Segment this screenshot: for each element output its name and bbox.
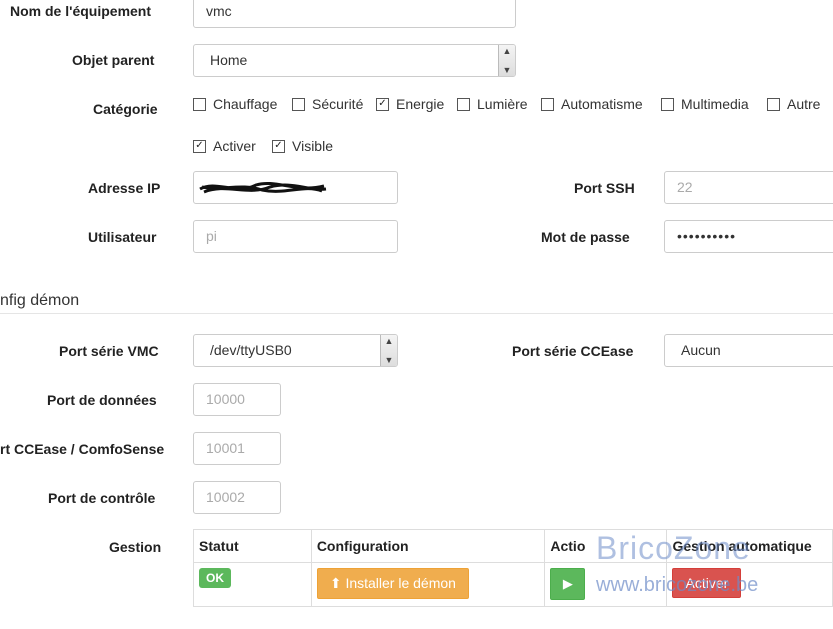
checkbox-icon (767, 97, 780, 111)
activer-checkbox[interactable]: ✓ Activer (193, 138, 256, 154)
auto-management-button[interactable]: Activer (672, 568, 742, 598)
port-donnees-label: Port de données (47, 392, 157, 408)
password-label: Mot de passe (541, 229, 630, 245)
user-label: Utilisateur (88, 229, 157, 245)
port-vmc-select-value: /dev/ttyUSB0 (210, 342, 292, 358)
category-securite[interactable]: Sécurité (292, 96, 363, 112)
port-ssh-label: Port SSH (574, 180, 635, 196)
table-row: OK ⬆ Installer le démon ▶ Activer (193, 562, 833, 607)
port-comfo-input[interactable]: 10001 (193, 432, 281, 465)
play-icon: ▶ (562, 576, 573, 591)
daemon-section-title: nfig démon (0, 292, 80, 309)
nom-label: Nom de l'équipement (10, 3, 152, 19)
start-daemon-button[interactable]: ▶ (550, 568, 586, 600)
parent-label: Objet parent (72, 52, 155, 68)
category-multimedia[interactable]: Multimedia (661, 96, 749, 112)
port-comfo-label: rt CCEase / ComfoSense (0, 441, 165, 457)
gestion-label: Gestion (109, 539, 162, 555)
header-gestion-auto: Gestion automatique (666, 529, 833, 563)
status-badge: OK (199, 568, 231, 588)
table-header-row: Statut Configuration Actio Gestion autom… (193, 529, 833, 563)
categorie-label: Catégorie (93, 101, 158, 117)
port-ssh-input[interactable]: 22 (664, 171, 833, 204)
upload-icon: ⬆ (329, 575, 346, 591)
category-lumiere[interactable]: Lumière (457, 96, 528, 112)
port-vmc-label: Port série VMC (59, 343, 159, 359)
chevron-down-icon: ▲ ▼ (498, 45, 515, 76)
port-ccease-select[interactable]: Aucun (664, 334, 833, 367)
port-controle-label: Port de contrôle (48, 490, 156, 506)
header-configuration: Configuration (310, 529, 546, 563)
category-automatisme[interactable]: Automatisme (541, 96, 643, 112)
gestion-table: Statut Configuration Actio Gestion autom… (193, 529, 833, 607)
ip-label: Adresse IP (88, 180, 161, 196)
action-cell: ▶ (544, 562, 668, 607)
checkbox-icon (292, 97, 305, 111)
nom-input[interactable]: vmc (193, 0, 516, 28)
header-statut: Statut (193, 529, 312, 563)
port-vmc-select[interactable]: /dev/ttyUSB0 ▲ ▼ (193, 334, 398, 367)
parent-select[interactable]: Home ▲ ▼ (193, 44, 516, 77)
port-controle-input[interactable]: 10002 (193, 481, 281, 514)
category-autre[interactable]: Autre (767, 96, 820, 112)
visible-checkbox[interactable]: ✓ Visible (272, 138, 333, 154)
checkbox-checked-icon: ✓ (193, 139, 206, 153)
category-energie[interactable]: ✓ Energie (376, 96, 444, 112)
checkbox-checked-icon: ✓ (376, 97, 389, 111)
category-chauffage[interactable]: Chauffage (193, 96, 277, 112)
install-daemon-button[interactable]: ⬆ Installer le démon (316, 568, 469, 599)
port-donnees-input[interactable]: 10000 (193, 383, 281, 416)
header-action: Actio (544, 529, 668, 563)
checkbox-icon (541, 97, 554, 111)
checkbox-checked-icon: ✓ (272, 139, 285, 153)
chevron-down-icon: ▲ ▼ (380, 335, 397, 366)
port-ccease-label: Port série CCEase (512, 343, 634, 359)
parent-select-value: Home (210, 52, 248, 68)
status-cell: OK (193, 562, 312, 607)
section-divider (0, 313, 833, 314)
checkbox-icon (661, 97, 674, 111)
checkbox-icon (193, 97, 206, 111)
checkbox-icon (457, 97, 470, 111)
user-input[interactable]: pi (193, 220, 398, 253)
ip-input[interactable] (193, 171, 398, 204)
auto-cell: Activer (666, 562, 833, 607)
configuration-cell: ⬆ Installer le démon (310, 562, 546, 607)
password-input[interactable]: •••••••••• (664, 220, 833, 253)
redacted-scribble (199, 182, 327, 194)
